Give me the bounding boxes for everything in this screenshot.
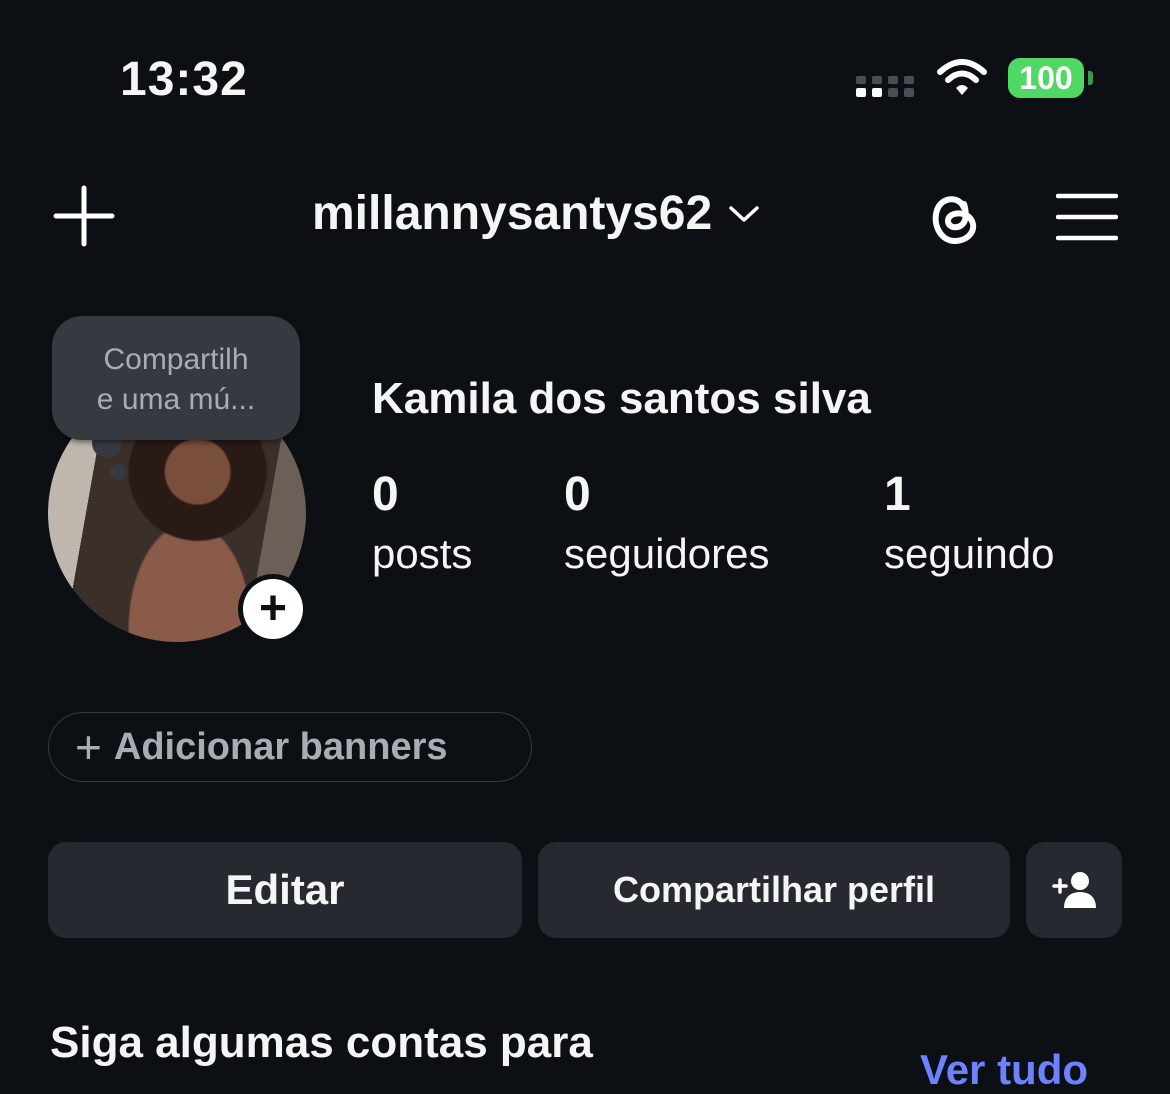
add-banners-label: Adicionar banners bbox=[113, 725, 448, 768]
stat-value: 1 bbox=[884, 468, 911, 521]
stat-label: seguindo bbox=[884, 530, 1055, 577]
wifi-icon bbox=[937, 59, 987, 95]
note-text-line2: e uma mú... bbox=[96, 383, 256, 416]
plus-icon: + bbox=[243, 579, 303, 639]
note-bubble[interactable]: Compartilh e uma mú... bbox=[52, 316, 300, 440]
stat-followers[interactable]: 0 seguidores bbox=[564, 466, 769, 584]
battery-indicator: 100 bbox=[1008, 58, 1094, 98]
see-all-link[interactable]: Ver tudo bbox=[920, 1046, 1088, 1094]
discover-people-button[interactable] bbox=[1026, 842, 1122, 938]
account-switcher[interactable]: millannysantys62 bbox=[312, 186, 760, 241]
plus-icon: + bbox=[75, 721, 102, 773]
stat-label: seguidores bbox=[564, 530, 770, 577]
stat-value: 0 bbox=[372, 468, 399, 521]
note-bubble-tail bbox=[110, 464, 126, 480]
battery-level: 100 bbox=[1008, 58, 1084, 98]
add-banners-button[interactable]: + Adicionar banners bbox=[48, 712, 532, 782]
note-text-line1: Compartilh bbox=[103, 343, 249, 376]
add-person-icon bbox=[1052, 872, 1096, 908]
stat-following[interactable]: 1 seguindo bbox=[884, 466, 1054, 584]
add-story-button[interactable]: + bbox=[238, 574, 308, 644]
hamburger-menu-icon[interactable] bbox=[1056, 192, 1118, 242]
suggestions-title: Siga algumas contas para bbox=[50, 1018, 593, 1067]
edit-profile-button[interactable]: Editar bbox=[48, 842, 522, 938]
stat-value: 0 bbox=[564, 468, 591, 521]
full-name: Kamila dos santos silva bbox=[372, 374, 871, 423]
stat-posts[interactable]: 0 posts bbox=[372, 466, 472, 584]
username: millannysantys62 bbox=[312, 187, 713, 240]
share-profile-button[interactable]: Compartilhar perfil bbox=[538, 842, 1010, 938]
cellular-signal-icon bbox=[856, 76, 914, 97]
status-time: 13:32 bbox=[120, 53, 248, 106]
stat-label: posts bbox=[372, 530, 473, 577]
threads-icon[interactable] bbox=[920, 184, 986, 250]
plus-icon[interactable] bbox=[52, 184, 116, 248]
chevron-down-icon bbox=[729, 205, 759, 222]
